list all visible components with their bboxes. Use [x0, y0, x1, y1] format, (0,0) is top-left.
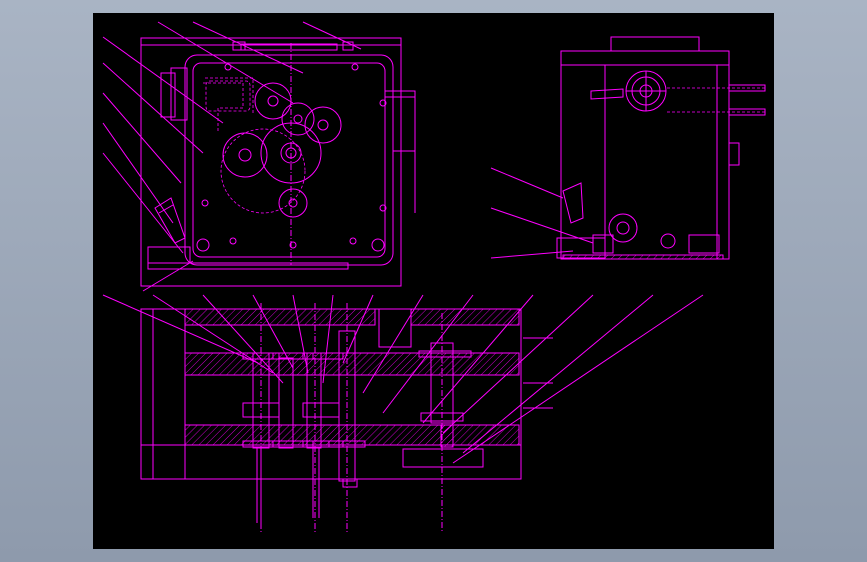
front-view: [102, 21, 416, 292]
gearbox-housing: [184, 54, 394, 266]
section-view: [102, 294, 704, 533]
side-view: [490, 36, 766, 260]
section-outline: [140, 308, 522, 480]
cad-drawing: [102, 21, 766, 533]
side-housing: [560, 50, 730, 260]
cad-canvas[interactable]: [93, 13, 774, 549]
